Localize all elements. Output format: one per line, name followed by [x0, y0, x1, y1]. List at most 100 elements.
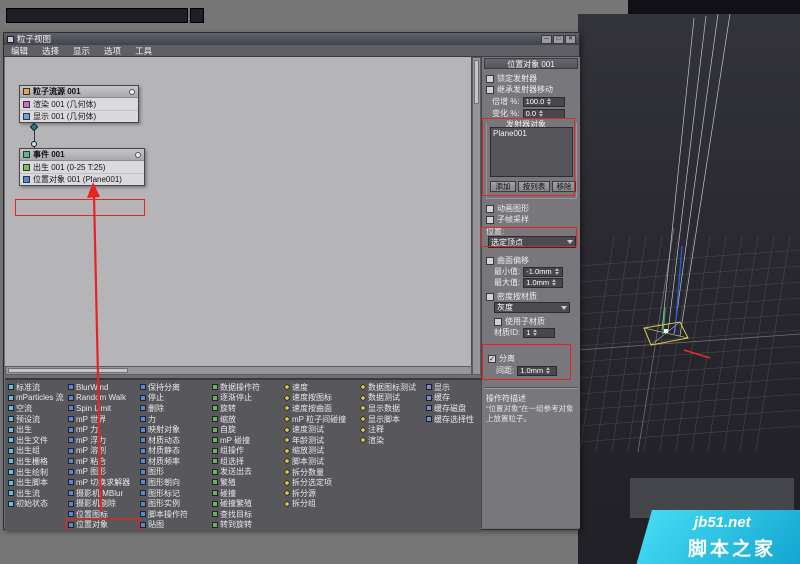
inherit-checkbox[interactable]	[486, 85, 494, 94]
density-row[interactable]: 密度按材质	[486, 291, 537, 302]
depot-item[interactable]: 出生	[7, 424, 67, 435]
surface-offset-row[interactable]: 曲面偏移	[486, 255, 529, 266]
birth-operator-row[interactable]: 出生 001 (0-25 T:25)	[20, 161, 144, 173]
depot-item[interactable]: 初始状态	[7, 499, 67, 510]
depot-item[interactable]: 出生组	[7, 446, 67, 457]
depot-item[interactable]: 停止	[139, 393, 211, 404]
apart-checkbox[interactable]: ✓	[488, 354, 496, 363]
canvas-vertical-scrollbar[interactable]	[472, 57, 481, 375]
depot-item[interactable]: 速度按曲面	[283, 403, 359, 414]
depot-item[interactable]: Spin Limit	[67, 403, 139, 414]
depot-item[interactable]: 数据操作符	[211, 382, 283, 393]
emitter-object-list[interactable]: Plane001	[490, 127, 573, 177]
depot-item[interactable]: mP 力	[67, 424, 139, 435]
depot-item[interactable]: 缓存	[425, 393, 481, 404]
depot-item[interactable]: 力	[139, 414, 211, 425]
depot-item[interactable]: 图形实例	[139, 498, 211, 509]
node-enable-icon[interactable]	[129, 88, 135, 95]
depot-item[interactable]: mP 切换求解器	[67, 477, 139, 488]
depot-item[interactable]: mP 浮力	[67, 435, 139, 446]
depot-item[interactable]: 摄影机剔除	[67, 498, 139, 509]
inherit-row[interactable]: 继承发射器移动	[486, 84, 553, 95]
subframe-checkbox[interactable]	[486, 215, 494, 224]
lock-on-emitter-checkbox[interactable]	[486, 74, 494, 83]
depot-item[interactable]: 图形朝向	[139, 477, 211, 488]
depot-item[interactable]: 出生文件	[7, 435, 67, 446]
wire-input-icon[interactable]	[31, 141, 37, 147]
depot-item[interactable]: 拆分数量	[283, 467, 359, 478]
remove-button[interactable]: 移除	[552, 181, 576, 192]
density-channel-dropdown[interactable]: 灰度	[494, 302, 570, 313]
depot-item[interactable]: 缓存磁盘	[425, 403, 481, 414]
position-object-row[interactable]: 位置对象 001 (Plane001)	[20, 173, 144, 185]
depot-item[interactable]: mParticles 流	[7, 393, 67, 404]
surface-offset-checkbox[interactable]	[486, 256, 494, 265]
max-spinner[interactable]: 1.0mm	[523, 277, 564, 288]
depot-item[interactable]: 数据测试	[359, 393, 425, 404]
event-node[interactable]: 事件 001 出生 001 (0-25 T:25) 位置对象 001 (Plan…	[19, 148, 145, 186]
depot-item[interactable]: 贴图	[139, 520, 211, 530]
depot-item[interactable]: 自旋	[211, 424, 283, 435]
depot-item[interactable]: 位置对象	[67, 520, 139, 530]
depot-item[interactable]: 缩放	[211, 414, 283, 425]
animated-shape-row[interactable]: 动画图形	[486, 203, 529, 214]
depot-item[interactable]: 显示数据	[359, 403, 425, 414]
maximize-button[interactable]: □	[553, 34, 564, 44]
window-titlebar[interactable]: 粒子视图 ─ □ ✕	[4, 33, 579, 45]
depot-item[interactable]: 出生流	[7, 488, 67, 499]
node-enable-icon[interactable]	[135, 151, 141, 158]
depot-item[interactable]: mP 溶剂	[67, 445, 139, 456]
depot-item[interactable]: 组选择	[211, 456, 283, 467]
depot-item[interactable]: 逐渐停止	[211, 393, 283, 404]
submtl-row[interactable]: 使用子材质	[494, 316, 545, 327]
depot-item[interactable]: 速度	[283, 382, 359, 393]
depot-item[interactable]: 显示脚本	[359, 414, 425, 425]
scrollbar-thumb[interactable]	[474, 60, 479, 104]
menu-item[interactable]: 工具	[128, 45, 159, 57]
depot-item[interactable]: 显示	[425, 382, 481, 393]
depot-item[interactable]: 脚本测试	[283, 456, 359, 467]
apart-row[interactable]: ✓ 分离	[488, 353, 515, 364]
subframe-row[interactable]: 子帧采样	[486, 214, 529, 225]
minimize-button[interactable]: ─	[541, 34, 552, 44]
menu-item[interactable]: 选择	[35, 45, 66, 57]
depot-item[interactable]: 出生绘制	[7, 467, 67, 478]
depot-item[interactable]: Random Walk	[67, 393, 139, 404]
render-operator-row[interactable]: 渲染 001 (几何体)	[20, 98, 138, 110]
depot-item[interactable]: 数据图标测试	[359, 382, 425, 393]
lock-on-emitter-row[interactable]: 锁定发射器	[486, 73, 537, 84]
variation-spinner[interactable]: 0.0	[522, 108, 565, 119]
event-canvas[interactable]: 粒子流源 001 渲染 001 (几何体) 显示 001 (几何体) 事件 00…	[5, 57, 472, 375]
menu-item[interactable]: 编辑	[4, 45, 35, 57]
depot-item[interactable]: 拆分组	[283, 499, 359, 510]
distance-spinner[interactable]: 1.0mm	[517, 365, 558, 376]
depot-item[interactable]: 拆分源	[283, 488, 359, 499]
depot-item[interactable]: 速度测试	[283, 424, 359, 435]
depot-item[interactable]: 标准流	[7, 382, 67, 393]
depot-item[interactable]: 碰撞	[211, 488, 283, 499]
depot-item[interactable]: 材质静态	[139, 445, 211, 456]
depot-item[interactable]: 渲染	[359, 435, 425, 446]
depot-item[interactable]: BlurWind	[67, 382, 139, 393]
depot-item[interactable]: mP 碰撞	[211, 435, 283, 446]
depot-item[interactable]: 缩放测试	[283, 446, 359, 457]
depot-item[interactable]: 保持分离	[139, 382, 211, 393]
depot-item[interactable]: 空流	[7, 403, 67, 414]
depot-item[interactable]: 注释	[359, 424, 425, 435]
depot-item[interactable]: 出生脚本	[7, 477, 67, 488]
list-item[interactable]: Plane001	[491, 128, 572, 139]
matid-spinner[interactable]: 1	[523, 327, 556, 338]
depot-item[interactable]: 旋转	[211, 403, 283, 414]
depot-item[interactable]: 摄影机IMBlur	[67, 488, 139, 499]
menu-item[interactable]: 显示	[66, 45, 97, 57]
scrollbar-thumb[interactable]	[8, 368, 128, 373]
depot-item[interactable]: 速度按图标	[283, 393, 359, 404]
add-button[interactable]: 添加	[490, 181, 516, 192]
depot-item[interactable]: 材质频率	[139, 456, 211, 467]
animated-shape-checkbox[interactable]	[486, 204, 494, 213]
depot-item[interactable]: 位置图标	[67, 509, 139, 520]
depot-item[interactable]: 组操作	[211, 445, 283, 456]
by-list-button[interactable]: 按列表	[518, 181, 550, 192]
depot-item[interactable]: 拆分选定项	[283, 477, 359, 488]
depot-item[interactable]: 年龄测试	[283, 435, 359, 446]
